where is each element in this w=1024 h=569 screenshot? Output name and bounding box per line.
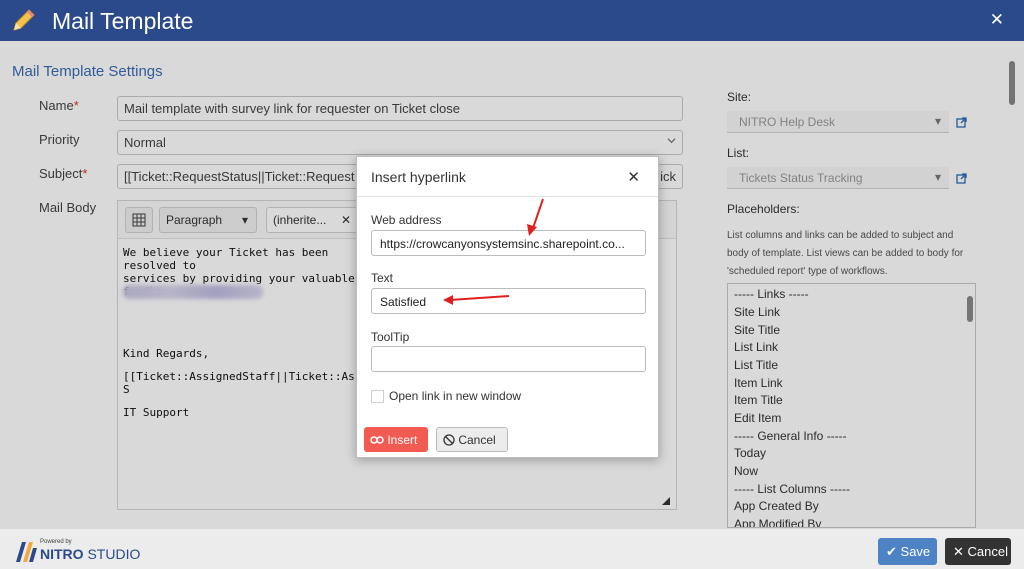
window-titlebar: Mail Template ✕ <box>0 0 1024 41</box>
cancel-button-label: Cancel <box>967 544 1008 559</box>
insert-button[interactable]: Insert <box>364 427 428 452</box>
dialog-close-icon[interactable]: ✕ <box>627 168 640 186</box>
text-input[interactable]: Satisfied <box>371 288 646 314</box>
dialog-header: Insert hyperlink ✕ <box>357 157 658 197</box>
text-label: Text <box>371 271 394 285</box>
ban-icon <box>443 434 455 446</box>
tooltip-input[interactable] <box>371 346 646 372</box>
insert-hyperlink-dialog: Insert hyperlink ✕ Web address https://c… <box>356 156 659 458</box>
save-button[interactable]: ✔ Save <box>878 538 937 565</box>
footer-bar: Powered by NITRO STUDIO ✔ Save ✕ Cancel <box>0 528 1024 569</box>
tooltip-label: ToolTip <box>371 330 410 344</box>
web-address-input[interactable]: https://crowcanyonsystemsinc.sharepoint.… <box>371 230 646 256</box>
save-button-label: Save <box>900 544 931 559</box>
web-address-label: Web address <box>371 213 442 227</box>
nitro-studio-logo: Powered by NITRO STUDIO <box>14 539 154 564</box>
cancel-button[interactable]: ✕ Cancel <box>945 538 1011 565</box>
dialog-cancel-button[interactable]: Cancel <box>436 427 508 452</box>
link-icon <box>370 436 384 444</box>
pencil-icon <box>13 9 35 31</box>
new-window-checkbox[interactable] <box>371 390 384 403</box>
close-icon: ✕ <box>953 544 964 559</box>
dialog-cancel-label: Cancel <box>458 433 496 447</box>
brand-name: NITRO STUDIO <box>40 546 141 562</box>
insert-button-label: Insert <box>387 433 418 447</box>
new-window-label[interactable]: Open link in new window <box>389 389 521 403</box>
window-title: Mail Template <box>52 8 194 34</box>
nitro-logo-icon <box>16 542 37 562</box>
dialog-title: Insert hyperlink <box>371 169 466 185</box>
check-icon: ✔ <box>886 544 897 559</box>
powered-by-text: Powered by <box>40 539 72 545</box>
window-close-icon[interactable]: ✕ <box>990 10 1004 30</box>
